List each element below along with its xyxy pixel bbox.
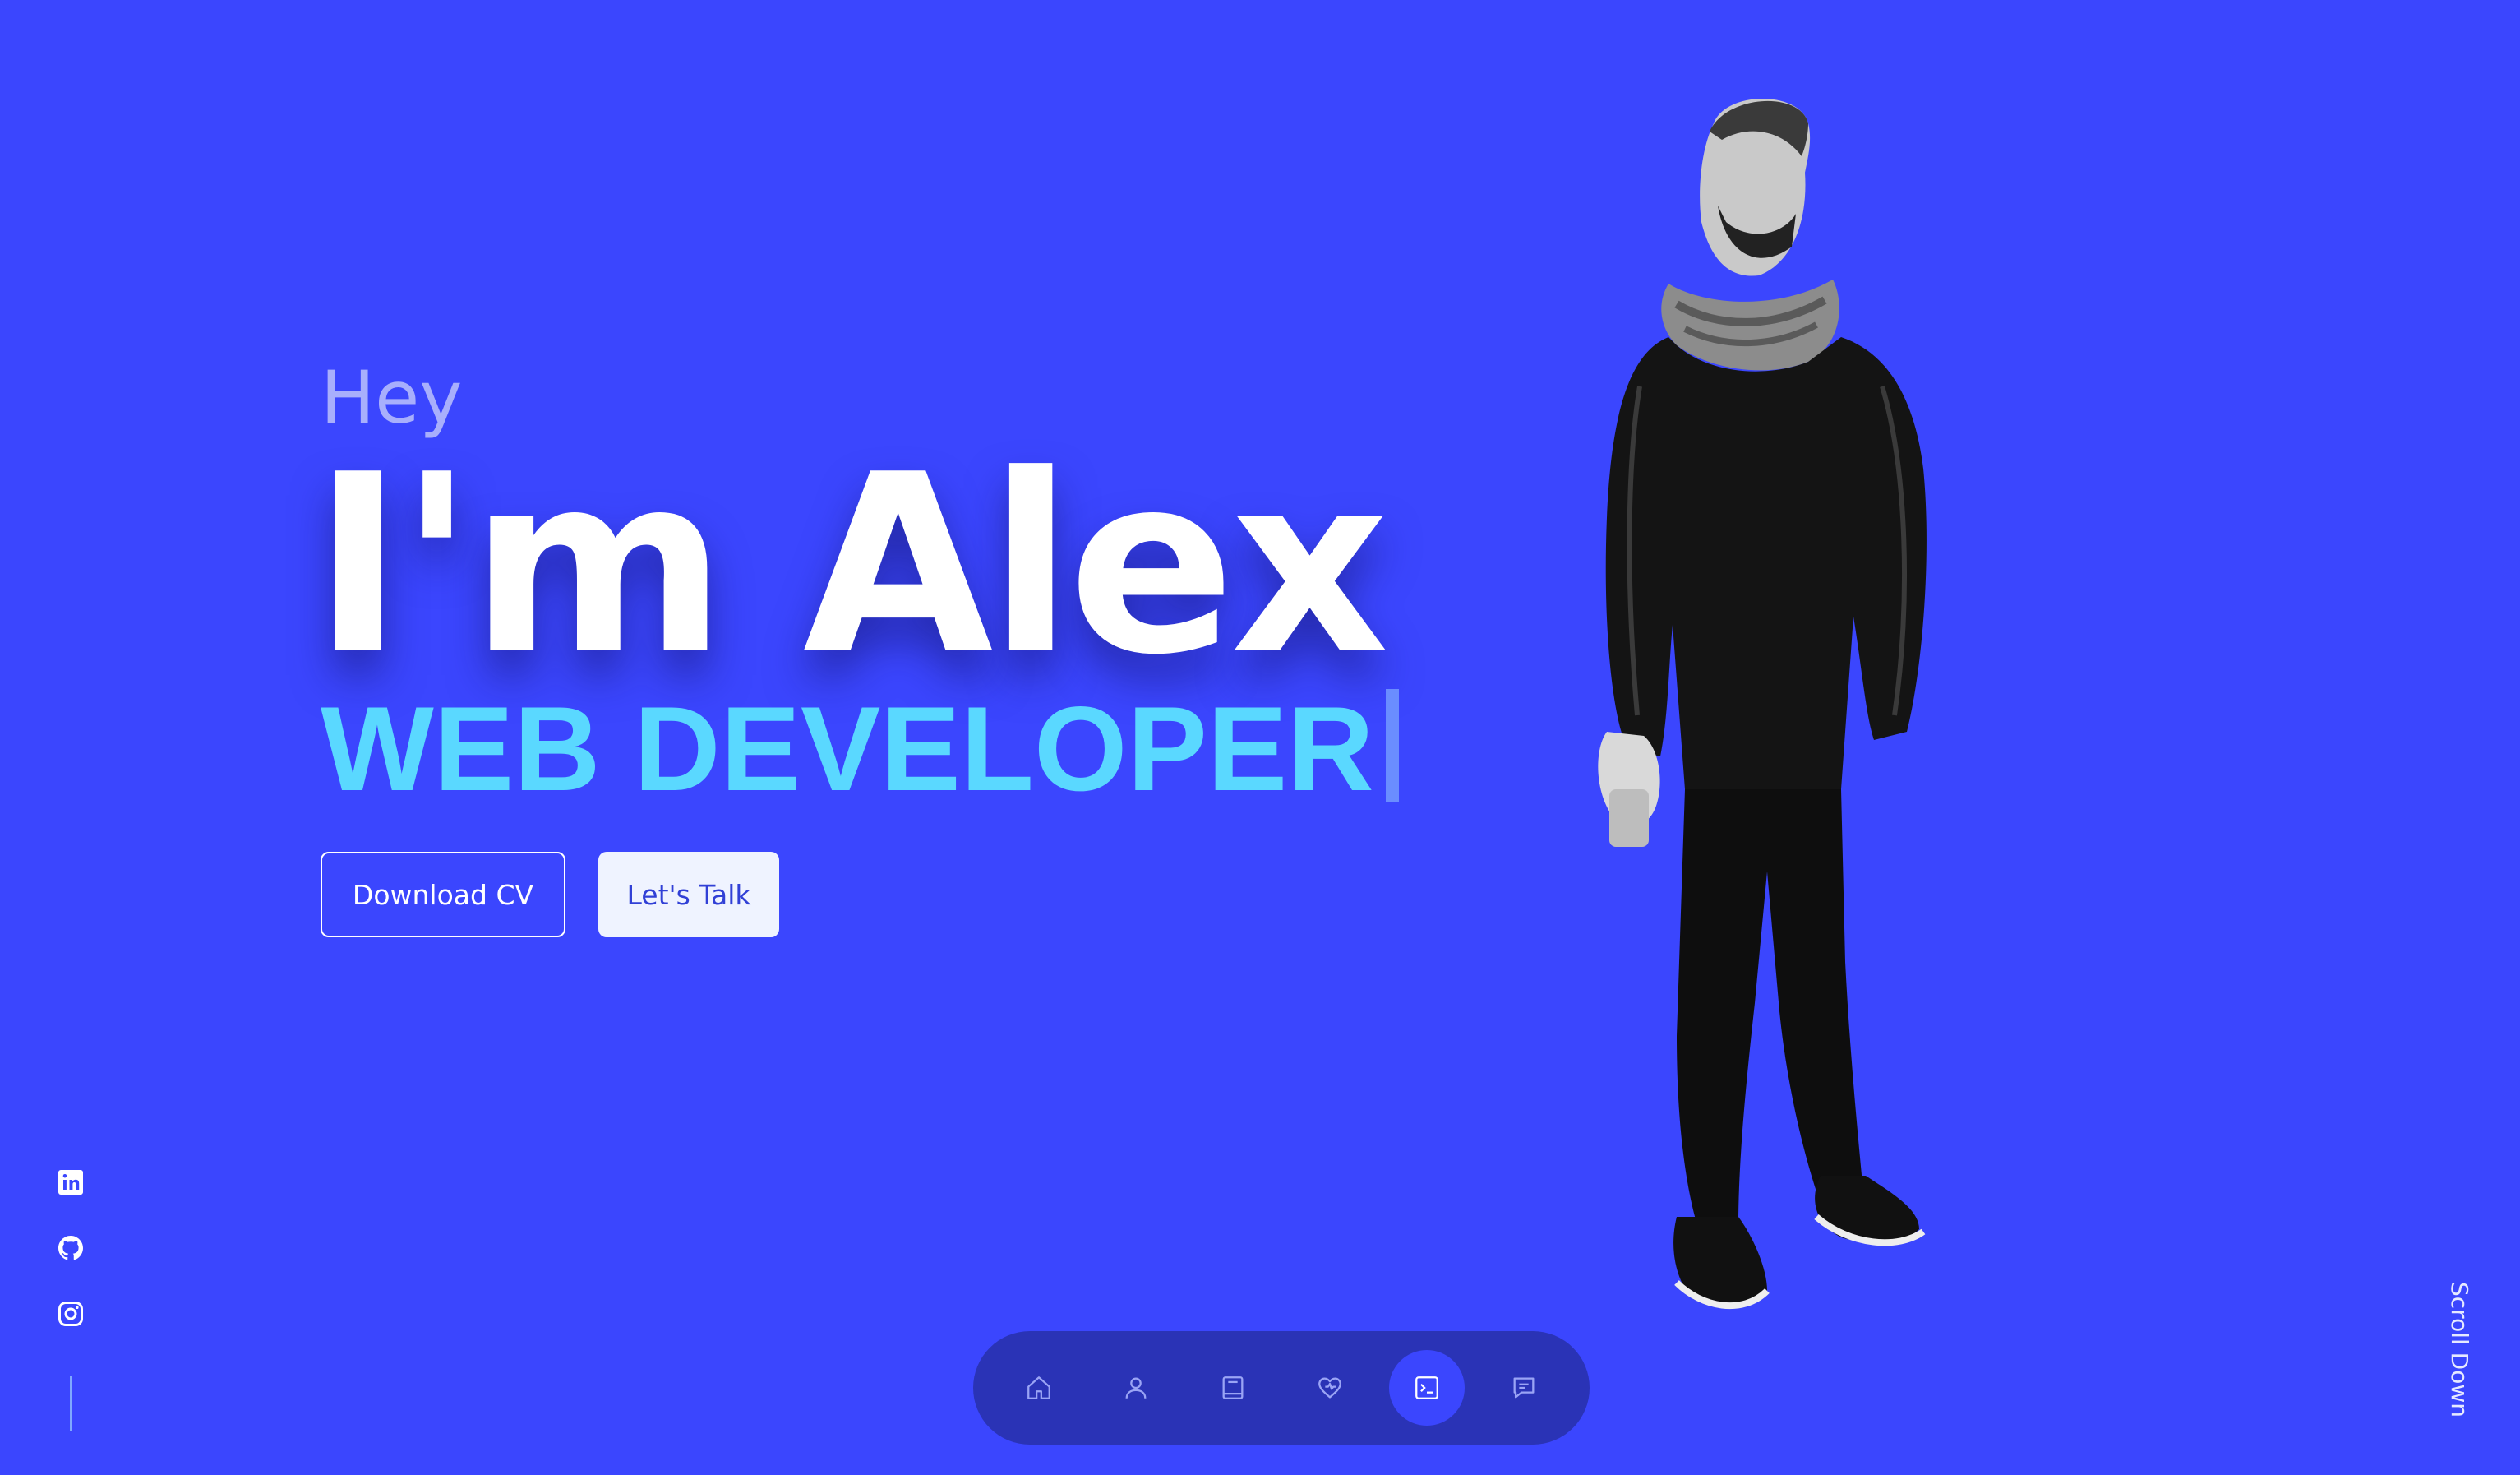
hero-name: I'm Alex: [312, 422, 1389, 709]
role-text: WEB DEVELOPER: [321, 682, 1374, 816]
portfolio-page: Hey I'm Alex WEB DEVELOPER Download CV L…: [0, 0, 2520, 1475]
download-cv-button[interactable]: Download CV: [321, 852, 565, 937]
message-icon: [1513, 1377, 1535, 1399]
book-icon: [1222, 1376, 1244, 1399]
terminal-icon: [1415, 1376, 1438, 1399]
social-divider-line: [70, 1376, 72, 1431]
nav-services[interactable]: [1292, 1350, 1368, 1426]
nav-contact[interactable]: [1486, 1350, 1562, 1426]
hero-actions: Download CV Let's Talk: [321, 852, 1399, 937]
user-icon: [1125, 1377, 1147, 1399]
nav-portfolio[interactable]: [1389, 1350, 1465, 1426]
portrait-image: [1598, 99, 1927, 1310]
lets-talk-button[interactable]: Let's Talk: [598, 852, 779, 937]
home-icon: [1027, 1376, 1050, 1399]
scroll-down-label: Scroll Down: [2445, 1281, 2473, 1417]
typing-caret: [1385, 689, 1399, 802]
bottom-nav: [973, 1331, 1590, 1445]
github-icon[interactable]: [56, 1233, 85, 1263]
social-links: [56, 1168, 85, 1431]
nav-home[interactable]: [1001, 1350, 1077, 1426]
nav-experience[interactable]: [1195, 1350, 1271, 1426]
nav-about[interactable]: [1098, 1350, 1174, 1426]
heart-icon: [1318, 1377, 1341, 1399]
instagram-icon[interactable]: [56, 1299, 85, 1329]
linkedin-icon[interactable]: [56, 1168, 85, 1197]
scroll-down-link[interactable]: Scroll Down: [2441, 1279, 2477, 1419]
hero-role: WEB DEVELOPER: [321, 689, 1399, 809]
hero-section: Hey I'm Alex WEB DEVELOPER Download CV L…: [312, 362, 1399, 937]
